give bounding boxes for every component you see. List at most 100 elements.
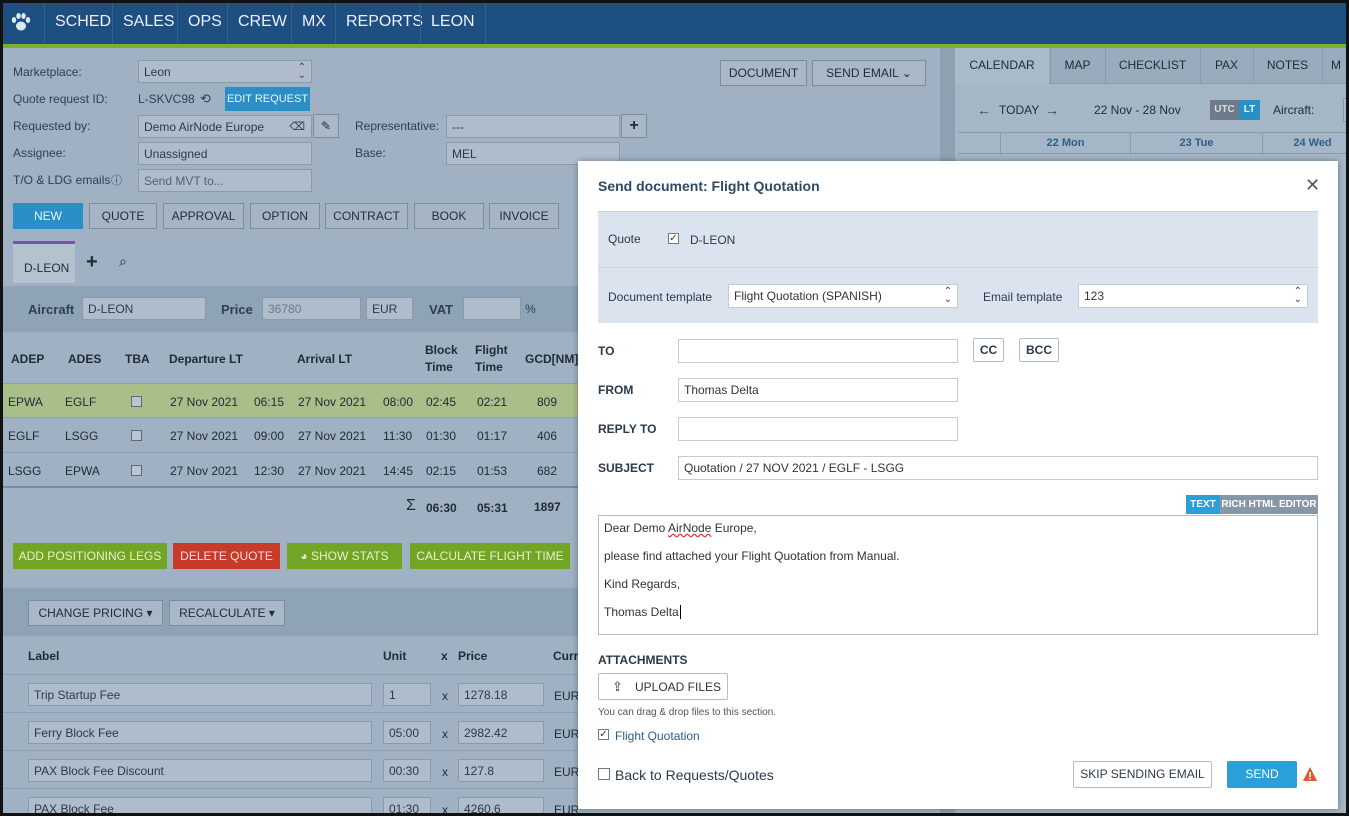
price-input[interactable]: 36780 [262, 297, 361, 320]
price-unit-input[interactable]: 1 [383, 683, 431, 706]
price-value-input[interactable]: 2982.42 [458, 721, 544, 744]
tab-calendar[interactable]: CALENDAR [955, 48, 1049, 84]
nav-sales[interactable]: SALES [112, 0, 185, 44]
aircraft-filter-select[interactable] [1343, 98, 1349, 122]
step-contract[interactable]: CONTRACT [325, 203, 408, 229]
add-tab-icon[interactable]: + [86, 251, 98, 274]
aircraft-select[interactable]: D-LEON [82, 297, 206, 320]
edit-request-button[interactable]: EDIT REQUEST [225, 87, 310, 111]
tab-d-leon[interactable]: D-LEON [13, 241, 75, 283]
tba-checkbox[interactable] [131, 465, 142, 476]
next-arrow-icon[interactable]: → [1045, 102, 1059, 118]
cc-button[interactable]: CC [973, 338, 1004, 362]
day-23-tue[interactable]: 23 Tue [1130, 133, 1262, 155]
col-tba: TBA [125, 352, 150, 366]
help-icon[interactable]: ⓘ [111, 172, 122, 188]
reply-to-input[interactable] [678, 417, 958, 441]
nav-sched[interactable]: SCHED [44, 0, 121, 44]
tab-map[interactable]: MAP [1050, 48, 1104, 84]
tab-notes[interactable]: NOTES [1253, 48, 1321, 84]
leg-row[interactable]: EGLF LSGG 27 Nov 2021 09:00 27 Nov 2021 … [0, 418, 580, 453]
warning-icon[interactable] [1302, 766, 1318, 782]
leg-row[interactable]: LSGG EPWA 27 Nov 2021 12:30 27 Nov 2021 … [0, 453, 580, 488]
skip-sending-email-button[interactable]: SKIP SENDING EMAIL [1073, 761, 1212, 788]
history-icon[interactable]: ⟲ [200, 91, 211, 107]
tab-pax[interactable]: PAX [1200, 48, 1252, 84]
clear-icon[interactable]: ⌫ [289, 120, 305, 133]
step-approval[interactable]: APPROVAL [163, 203, 244, 229]
multiply-sign: x [442, 689, 448, 703]
step-option[interactable]: OPTION [250, 203, 320, 229]
add-representative-icon[interactable]: + [621, 114, 647, 138]
change-pricing-button[interactable]: CHANGE PRICING ▾ [28, 600, 163, 626]
paw-logo-icon[interactable] [10, 12, 32, 32]
rich-editor-tab[interactable]: RICH HTML EDITOR [1220, 495, 1318, 514]
currency-select[interactable]: EUR [366, 297, 413, 320]
to-input[interactable] [678, 339, 958, 363]
back-to-requests-checkbox[interactable] [598, 768, 610, 780]
price-value-input[interactable]: 4260.6 [458, 797, 544, 816]
price-label-input[interactable]: PAX Block Fee [28, 797, 372, 816]
price-value-input[interactable]: 1278.18 [458, 683, 544, 706]
edit-pencil-icon[interactable]: ✎ [313, 114, 339, 138]
price-value-input[interactable]: 127.8 [458, 759, 544, 782]
email-body-textarea[interactable]: Dear Demo AirNode Europe, please find at… [598, 515, 1318, 635]
tab-checklist[interactable]: CHECKLIST [1105, 48, 1199, 84]
price-unit-input[interactable]: 05:00 [383, 721, 431, 744]
step-new[interactable]: NEW [13, 203, 83, 229]
price-label-input[interactable]: Ferry Block Fee [28, 721, 372, 744]
marketplace-select[interactable]: Leon ⌃ ⌄ [138, 60, 312, 83]
recalculate-button[interactable]: RECALCULATE ▾ [169, 600, 285, 626]
attachment-link[interactable]: Flight Quotation [615, 729, 700, 743]
search-icon[interactable]: ⌕ [119, 253, 127, 270]
tba-checkbox[interactable] [131, 430, 142, 441]
right-tabs: CALENDAR MAP CHECKLIST PAX NOTES M [955, 48, 1349, 84]
vat-input[interactable] [463, 297, 521, 320]
send-button[interactable]: SEND [1227, 761, 1297, 788]
tba-checkbox[interactable] [131, 396, 142, 407]
requested-by-field[interactable]: Demo AirNode Europe ⌫ [138, 115, 312, 138]
lt-toggle[interactable]: LT [1239, 100, 1260, 120]
today-button[interactable]: TODAY [999, 103, 1039, 117]
delete-quote-button[interactable]: DELETE QUOTE [173, 543, 280, 569]
add-positioning-legs-button[interactable]: ADD POSITIONING LEGS [13, 543, 167, 569]
price-unit-input[interactable]: 01:30 [383, 797, 431, 816]
price-label-input[interactable]: Trip Startup Fee [28, 683, 372, 706]
day-22-mon[interactable]: 22 Mon [1000, 133, 1130, 155]
calculate-flight-time-button[interactable]: CALCULATE FLIGHT TIME [410, 543, 570, 569]
quote-id-value: L-SKVC98 [138, 92, 195, 106]
step-quote[interactable]: QUOTE [89, 203, 157, 229]
leg-row[interactable]: EPWA EGLF 27 Nov 2021 06:15 27 Nov 2021 … [0, 383, 580, 418]
close-icon[interactable]: ✕ [1305, 175, 1320, 196]
step-invoice[interactable]: INVOICE [489, 203, 559, 229]
text-editor-tab[interactable]: TEXT [1186, 495, 1220, 514]
nav-ops[interactable]: OPS [177, 0, 232, 44]
nav-crew[interactable]: CREW [227, 0, 297, 44]
price-label-input[interactable]: PAX Block Fee Discount [28, 759, 372, 782]
day-24-wed[interactable]: 24 Wed [1262, 133, 1349, 155]
show-stats-button[interactable]: ◕ SHOW STATS [287, 543, 402, 569]
subject-input[interactable]: Quotation / 27 NOV 2021 / EGLF - LSGG [678, 456, 1318, 480]
upload-files-button[interactable]: ⇪ UPLOAD FILES [598, 673, 728, 700]
tab-more[interactable]: M [1322, 48, 1349, 84]
from-input[interactable]: Thomas Delta [678, 378, 958, 402]
nav-mx[interactable]: MX [291, 0, 336, 44]
mvt-emails-input[interactable]: Send MVT to... [138, 169, 312, 192]
document-button[interactable]: DOCUMENT [720, 60, 807, 86]
assignee-field[interactable]: Unassigned [138, 142, 312, 165]
send-email-button[interactable]: SEND EMAIL ⌄ [812, 60, 926, 86]
nav-leon[interactable]: LEON [420, 0, 486, 44]
step-book[interactable]: BOOK [414, 203, 484, 229]
doc-template-select[interactable]: Flight Quotation (SPANISH) ⌃ ⌄ [728, 284, 958, 308]
price-unit-input[interactable]: 00:30 [383, 759, 431, 782]
email-template-select[interactable]: 123 ⌃ ⌄ [1078, 284, 1308, 308]
leg-ades: LSGG [65, 429, 99, 443]
quote-checkbox[interactable]: ✓ [668, 233, 679, 244]
nav-reports[interactable]: REPORTS [335, 0, 433, 44]
utc-toggle[interactable]: UTC [1210, 100, 1239, 120]
upload-files-label: UPLOAD FILES [635, 680, 722, 694]
attachment-checkbox[interactable]: ✓ [598, 729, 609, 740]
prev-arrow-icon[interactable]: ← [977, 102, 991, 118]
representative-field[interactable]: --- [446, 115, 620, 138]
bcc-button[interactable]: BCC [1019, 338, 1059, 362]
